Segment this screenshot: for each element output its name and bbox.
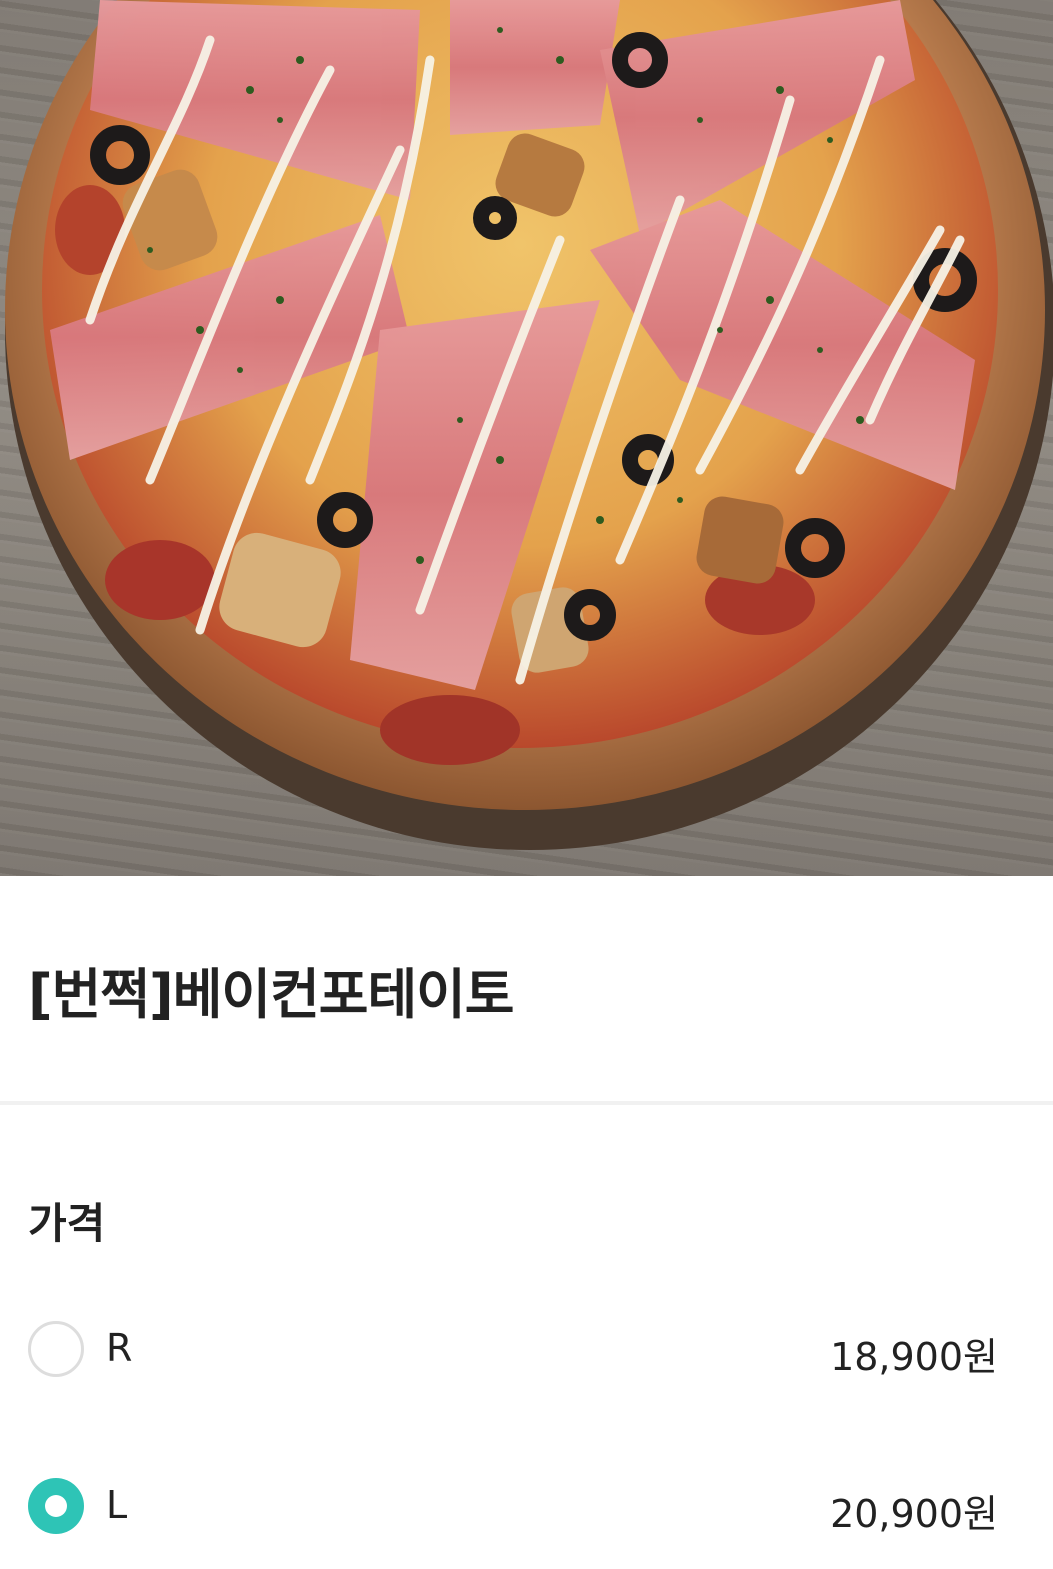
product-image [0, 0, 1053, 876]
radio-unchecked-icon[interactable] [28, 1321, 84, 1377]
size-price: 20,900원 [830, 1492, 998, 1536]
section-divider [0, 1101, 1053, 1105]
pizza-illustration [5, 0, 1053, 850]
size-option-l[interactable]: L 20,900원 [0, 1463, 1053, 1553]
size-label: R [106, 1326, 133, 1370]
price-section-label: 가격 [28, 1199, 106, 1248]
product-title: [번쩍]베이컨포테이토 [28, 963, 514, 1026]
radio-checked-icon[interactable] [28, 1478, 84, 1534]
product-detail-page: [번쩍]베이컨포테이토 가격 R 18,900원 L 20,900원 [0, 0, 1053, 1569]
size-option-r[interactable]: R 18,900원 [0, 1306, 1053, 1396]
size-label: L [106, 1483, 128, 1527]
size-price: 18,900원 [830, 1335, 998, 1379]
